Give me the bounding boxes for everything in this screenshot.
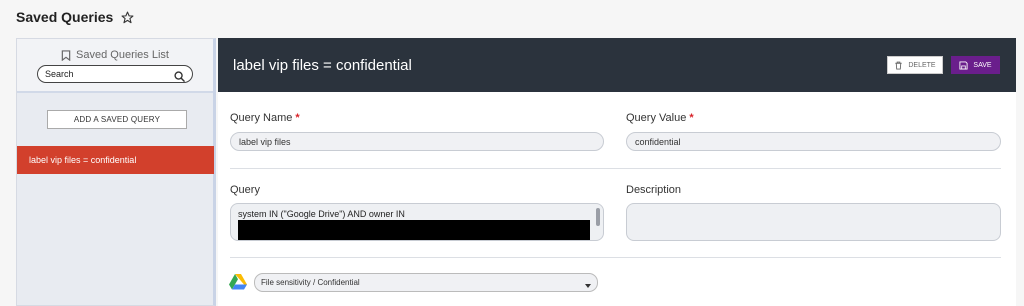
bookmark-icon [61, 49, 71, 61]
delete-button[interactable]: DELETE [887, 56, 943, 74]
query-value-value: confidential [635, 136, 681, 147]
page-title: Saved Queries [16, 9, 114, 25]
page-header: Saved Queries [16, 9, 134, 25]
query-value-field[interactable]: confidential [626, 132, 1001, 151]
editor-actions: DELETE SAVE [887, 56, 1000, 74]
add-saved-query-button[interactable]: ADD A SAVED QUERY [47, 110, 187, 129]
query-name-value: label vip files [239, 136, 291, 147]
required-marker: * [689, 112, 694, 124]
sidebar-header: Saved Queries List [17, 39, 213, 93]
divider [230, 168, 1001, 169]
editor-title: label vip files = confidential [233, 56, 412, 74]
save-button[interactable]: SAVE [951, 56, 1000, 74]
star-icon[interactable] [121, 11, 134, 24]
saved-query-item-label: label vip files = confidential [29, 155, 137, 165]
sidebar-list-title: Saved Queries List [17, 49, 213, 61]
query-label: Query [230, 184, 260, 196]
saved-query-item[interactable]: label vip files = confidential [17, 146, 214, 174]
query-textarea[interactable]: system IN ("Google Drive") AND owner IN [230, 203, 604, 241]
query-value-label: Query Value * [626, 112, 694, 124]
query-value-label-text: Query Value [626, 112, 687, 124]
description-textarea[interactable] [626, 203, 1001, 241]
source-select[interactable]: File sensitivity / Confidential [254, 273, 598, 292]
divider [230, 257, 1001, 258]
sidebar-list-title-text: Saved Queries List [76, 49, 169, 61]
search-box[interactable] [37, 65, 193, 83]
trash-icon [894, 61, 903, 70]
source-select-value: File sensitivity / Confidential [261, 278, 360, 287]
delete-button-label: DELETE [908, 61, 936, 69]
query-text: system IN ("Google Drive") AND owner IN [238, 209, 405, 219]
query-scrollbar[interactable] [596, 208, 600, 226]
google-drive-icon [229, 274, 247, 290]
editor-header: label vip files = confidential DELETE SA… [218, 38, 1016, 92]
search-input[interactable] [45, 69, 155, 79]
save-button-label: SAVE [973, 61, 992, 69]
search-icon[interactable] [174, 69, 185, 82]
chevron-down-icon [585, 281, 591, 288]
saved-queries-sidebar: Saved Queries List ADD A SAVED QUERY lab… [16, 38, 216, 306]
query-editor: label vip files = confidential DELETE SA… [218, 38, 1016, 306]
redacted-block [238, 220, 590, 240]
required-marker: * [295, 112, 300, 124]
query-name-label-text: Query Name [230, 112, 293, 124]
query-name-label: Query Name * [230, 112, 300, 124]
query-name-field[interactable]: label vip files [230, 132, 604, 151]
save-icon [959, 60, 968, 70]
description-label: Description [626, 184, 682, 196]
